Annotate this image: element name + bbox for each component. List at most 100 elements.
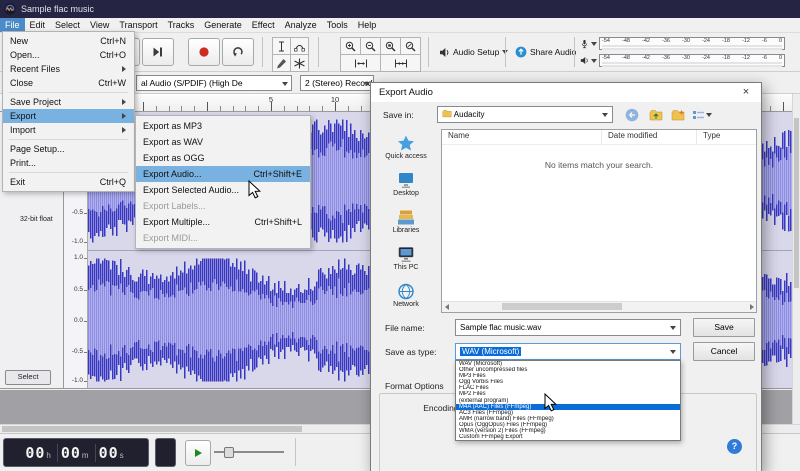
dialog-titlebar[interactable]: Export Audio xyxy=(371,83,761,102)
play-at-speed-button[interactable] xyxy=(185,440,211,466)
menubar-item-select[interactable]: Select xyxy=(50,18,85,32)
play-at-speed-icon xyxy=(195,449,202,457)
save-in-select[interactable]: Audacity xyxy=(437,106,613,123)
multi-tool-icon xyxy=(294,58,305,68)
menubar-item-transport[interactable]: Transport xyxy=(114,18,162,32)
menu-item-export-audio[interactable]: Export Audio... Ctrl+Shift+E xyxy=(136,166,310,182)
zoom-out-button[interactable] xyxy=(360,37,381,55)
record-button[interactable] xyxy=(188,38,220,66)
menu-item-open[interactable]: Open... Ctrl+O xyxy=(3,48,134,62)
playback-meter[interactable]: -54 -48 -42 -36 -30 -24 -18 -12 -6 0 xyxy=(580,53,785,68)
menu-item-new[interactable]: New Ctrl+N xyxy=(3,34,134,48)
menu-item-export-selected-audio[interactable]: Export Selected Audio... xyxy=(136,182,310,198)
menu-item-import[interactable]: Import xyxy=(3,123,134,137)
draw-tool-button[interactable] xyxy=(272,54,291,72)
mouse-cursor xyxy=(544,393,558,412)
zoom-in-button[interactable] xyxy=(340,37,361,55)
menubar-item-tracks[interactable]: Tracks xyxy=(163,18,200,32)
speaker-icon xyxy=(440,47,449,57)
recording-meter[interactable]: -54 -48 -42 -36 -30 -24 -18 -12 -6 0 xyxy=(580,36,785,51)
cancel-button[interactable]: Cancel xyxy=(693,342,755,361)
up-one-level-button[interactable] xyxy=(645,106,667,123)
menu-item-close[interactable]: Close Ctrl+W xyxy=(3,76,134,90)
zoom-selection-icon xyxy=(385,41,396,52)
save-type-dropdown[interactable]: WAV (Microsoft) Other uncompressed files M… xyxy=(455,360,681,442)
vertical-scrollbar-thumb[interactable] xyxy=(794,118,799,288)
menu-item-recent-files[interactable]: Recent Files xyxy=(3,62,134,76)
chevron-down-icon xyxy=(706,112,712,117)
scroll-left-arrow[interactable] xyxy=(442,303,451,311)
selection-tool-button[interactable] xyxy=(272,37,291,55)
recording-channels-select[interactable]: 2 (Stereo) Record xyxy=(300,75,374,91)
menubar-item-file[interactable]: File xyxy=(0,18,25,32)
menu-item-export-as-mp3[interactable]: Export as MP3 xyxy=(136,118,310,134)
menu-item-export-as-ogg[interactable]: Export as OGG xyxy=(136,150,310,166)
file-list-scrollbar-thumb[interactable] xyxy=(502,303,622,310)
selection-time-display[interactable]: 00 h 00 m 00 s xyxy=(3,438,149,467)
sidebar-item-libraries[interactable]: Libraries xyxy=(375,203,437,240)
secondary-time-display[interactable] xyxy=(155,438,176,467)
sidebar-item-network[interactable]: Network xyxy=(375,277,437,314)
menu-item-export[interactable]: Export xyxy=(3,109,134,123)
file-name-input[interactable]: Sample flac music.wav xyxy=(455,319,681,336)
menubar-item-analyze[interactable]: Analyze xyxy=(280,18,322,32)
sidebar-item-this-pc[interactable]: This PC xyxy=(375,240,437,277)
playback-device-select[interactable]: al Audio (S/PDIF) (High De xyxy=(136,75,292,91)
fit-selection-button[interactable] xyxy=(340,54,381,72)
meter-channel xyxy=(602,48,782,50)
selection-tool-icon xyxy=(279,41,284,51)
envelope-tool-button[interactable] xyxy=(290,37,309,55)
share-audio-button[interactable]: Share Audio xyxy=(512,41,579,63)
help-button[interactable]: ? xyxy=(727,439,742,454)
horizontal-scrollbar-thumb[interactable] xyxy=(2,426,302,432)
menu-item-exit[interactable]: Exit Ctrl+Q xyxy=(3,175,134,189)
vertical-scrollbar[interactable] xyxy=(792,94,800,424)
zoom-toggle-button[interactable] xyxy=(400,37,421,55)
scroll-right-arrow[interactable] xyxy=(747,303,756,311)
timeline-label: 10 xyxy=(330,95,340,104)
close-button[interactable]: × xyxy=(731,83,761,102)
timeline-tick xyxy=(232,106,234,111)
menu-item-export-as-wav[interactable]: Export as WAV xyxy=(136,134,310,150)
sidebar-item-desktop[interactable]: Desktop xyxy=(375,166,437,203)
menubar-item-generate[interactable]: Generate xyxy=(199,18,247,32)
save-button[interactable]: Save xyxy=(693,318,755,337)
track-select-button[interactable]: Select xyxy=(5,370,51,385)
menubar-item-edit[interactable]: Edit xyxy=(25,18,51,32)
column-header-type[interactable]: Type xyxy=(697,130,756,144)
loop-button[interactable] xyxy=(222,38,254,66)
timeline-tick xyxy=(207,102,208,111)
view-menu-button[interactable] xyxy=(691,106,713,123)
menu-item-save-project[interactable]: Save Project xyxy=(3,95,134,109)
new-folder-button[interactable] xyxy=(667,106,689,123)
column-header-date-modified[interactable]: Date modified xyxy=(602,130,697,144)
slider-thumb[interactable] xyxy=(224,447,234,458)
file-list-scrollbar[interactable] xyxy=(442,301,756,312)
menu-item-print[interactable]: Print... xyxy=(3,156,134,170)
multi-tool-button[interactable] xyxy=(290,54,309,72)
submenu-arrow-icon xyxy=(122,66,126,72)
zoom-selection-button[interactable] xyxy=(380,37,401,55)
menu-item-export-multiple[interactable]: Export Multiple... Ctrl+Shift+L xyxy=(136,214,310,230)
fit-project-button[interactable] xyxy=(380,54,421,72)
menu-item-export-labels[interactable]: Export Labels... xyxy=(136,198,310,214)
submenu-arrow-icon xyxy=(122,99,126,105)
sidebar-item-quick-access[interactable]: Quick access xyxy=(375,129,437,166)
file-list[interactable]: Name Date modified Type No items match y… xyxy=(441,129,757,313)
menu-item-page-setup[interactable]: Page Setup... xyxy=(3,142,134,156)
back-button[interactable] xyxy=(621,106,643,123)
file-type-option[interactable]: Custom FFmpeg Export xyxy=(456,434,680,440)
playback-speed-slider[interactable] xyxy=(214,444,284,460)
timeline-tick xyxy=(296,106,298,111)
menubar-item-effect[interactable]: Effect xyxy=(247,18,280,32)
menubar-item-help[interactable]: Help xyxy=(353,18,382,32)
zoom-toggle-icon xyxy=(405,41,416,52)
menubar-item-view[interactable]: View xyxy=(85,18,114,32)
audio-setup-button[interactable]: Audio Setup xyxy=(436,41,511,63)
network-icon xyxy=(398,283,414,300)
skip-to-end-button[interactable] xyxy=(142,38,174,66)
save-as-type-select[interactable]: WAV (Microsoft) xyxy=(455,343,681,360)
menu-item-export-midi[interactable]: Export MIDI... xyxy=(136,230,310,246)
menubar-item-tools[interactable]: Tools xyxy=(322,18,353,32)
column-header-name[interactable]: Name xyxy=(442,130,602,144)
